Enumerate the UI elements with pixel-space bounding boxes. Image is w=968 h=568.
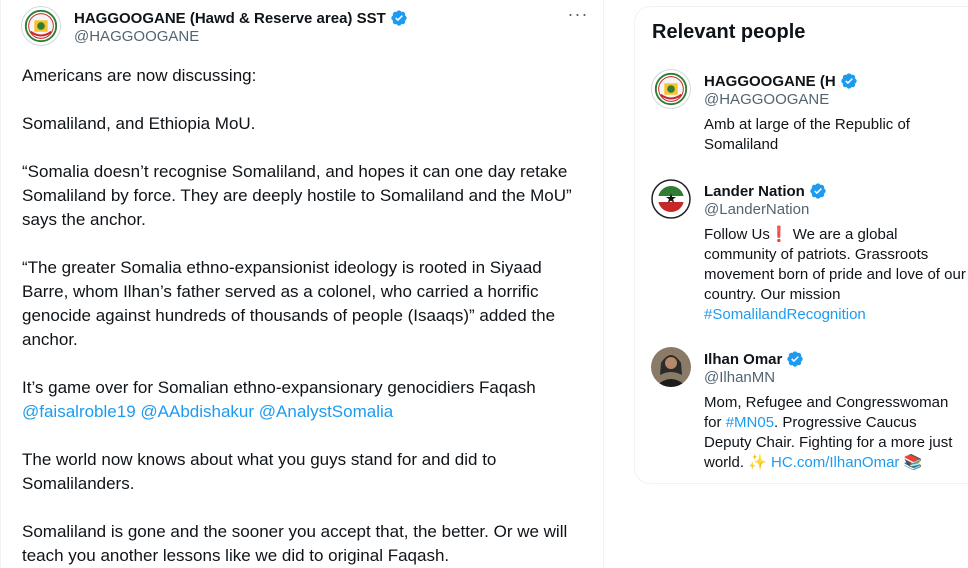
mention-link[interactable]: @AnalystSomalia xyxy=(259,402,393,421)
person-bio: Follow Us❗ We are a global community of … xyxy=(704,225,966,325)
relevant-people-card: Relevant people HAGGOOGANE (H @HAGGOOGAN… xyxy=(634,6,968,484)
tweet-paragraph: “The greater Somalia ethno-expansionist … xyxy=(22,258,556,349)
person-handle[interactable]: @LanderNation xyxy=(704,201,809,218)
tweet-paragraph: “Somalia doesn’t recognise Somaliland, a… xyxy=(22,162,572,229)
author-handle[interactable]: @HAGGOOGANE xyxy=(74,28,199,45)
person-name[interactable]: Ilhan Omar xyxy=(704,351,782,368)
exclamation-emoji: ❗ xyxy=(769,226,789,243)
hashtag-link[interactable]: #SomalilandRecognition xyxy=(704,306,866,323)
person-avatar[interactable] xyxy=(651,179,691,219)
bio-url-link[interactable]: HC.com/IlhanOmar xyxy=(771,454,899,471)
hashtag-link[interactable]: #MN05 xyxy=(726,414,774,431)
books-emoji: 📚 xyxy=(903,454,923,471)
tweet-paragraph: Somaliland, and Ethiopia MoU. xyxy=(22,114,256,133)
author-name[interactable]: HAGGOOGANE (Hawd & Reserve area) SST xyxy=(74,10,386,27)
emblem-icon xyxy=(22,7,60,45)
tweet-paragraph: Americans are now discussing: xyxy=(22,66,257,85)
portrait-photo-icon xyxy=(651,347,691,387)
tweet-paragraph: The world now knows about what you guys … xyxy=(22,450,497,493)
person-handle[interactable]: @IlhanMN xyxy=(704,369,775,386)
person-bio: Mom, Refugee and Congresswoman for #MN05… xyxy=(704,393,966,473)
person-name-row: Ilhan Omar xyxy=(704,349,804,369)
person-name[interactable]: Lander Nation xyxy=(704,183,805,200)
lander-logo-icon xyxy=(651,179,691,219)
mention-link[interactable]: @faisalroble19 xyxy=(22,402,136,421)
emblem-icon xyxy=(652,70,690,108)
tweet-text: Americans are now discussing: Somaliland… xyxy=(22,64,592,568)
person-avatar[interactable] xyxy=(651,69,691,109)
person-bio: Amb at large of the Republic of Somalila… xyxy=(704,116,910,153)
person-ilhan-omar[interactable]: Ilhan Omar @IlhanMN Mom, Refugee and Con… xyxy=(651,347,968,477)
tweet-column: HAGGOOGANE (Hawd & Reserve area) SST @HA… xyxy=(0,0,604,568)
person-name-row: HAGGOOGANE (H xyxy=(704,71,858,91)
bio-text: Follow Us xyxy=(704,226,770,243)
author-name-row: HAGGOOGANE (Hawd & Reserve area) SST xyxy=(74,8,408,28)
tweet-paragraph: Somaliland is gone and the sooner you ac… xyxy=(22,522,568,565)
verified-badge-icon xyxy=(810,183,826,199)
person-name[interactable]: HAGGOOGANE (H xyxy=(704,73,836,90)
sparkles-emoji: ✨ xyxy=(748,454,767,471)
verified-badge-icon xyxy=(840,73,857,89)
person-avatar[interactable] xyxy=(651,347,691,387)
person-haggoogane[interactable]: HAGGOOGANE (H @HAGGOOGANE Amb at large o… xyxy=(651,69,968,169)
relevant-people-title: Relevant people xyxy=(652,21,806,43)
person-name-row: Lander Nation xyxy=(704,181,827,201)
person-lander-nation[interactable]: Lander Nation @LanderNation Follow Us❗ W… xyxy=(651,179,968,329)
tweet-header: HAGGOOGANE (Hawd & Reserve area) SST @HA… xyxy=(21,5,591,50)
verified-badge-icon xyxy=(787,351,804,367)
author-avatar[interactable] xyxy=(21,6,61,46)
tweet-paragraph-mentions: It’s game over for Somalian ethno-expans… xyxy=(22,376,592,424)
verified-badge-icon xyxy=(391,10,407,26)
more-options-icon[interactable]: ··· xyxy=(565,5,591,26)
person-handle[interactable]: @HAGGOOGANE xyxy=(704,91,829,108)
tweet-paragraph-text: It’s game over for Somalian ethno-expans… xyxy=(22,378,536,397)
mention-link[interactable]: @AAbdishakur xyxy=(140,402,254,421)
